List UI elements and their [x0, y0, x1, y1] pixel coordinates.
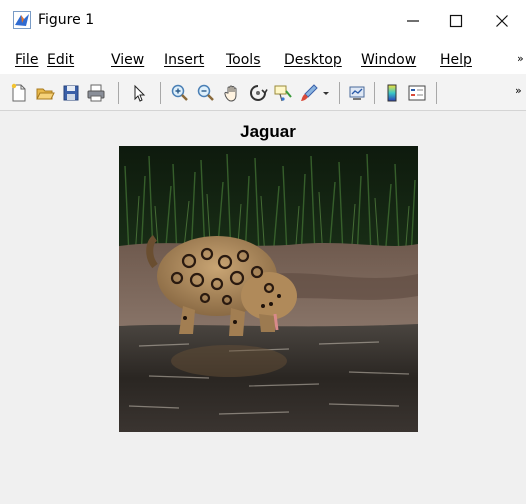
window-titlebar[interactable]: Figure 1: [0, 0, 526, 44]
menu-file[interactable]: File: [15, 51, 38, 69]
open-file-icon[interactable]: [35, 83, 55, 103]
menu-insert[interactable]: Insert: [164, 51, 204, 69]
brush-icon[interactable]: [299, 83, 319, 103]
menu-help[interactable]: Help: [440, 51, 472, 69]
matlab-icon: [13, 11, 31, 29]
toolbar-separator: [118, 82, 119, 104]
colorbar-icon[interactable]: [382, 83, 402, 103]
zoom-out-icon[interactable]: [196, 83, 216, 103]
menu-view[interactable]: View: [111, 51, 144, 69]
toolbar-separator: [339, 82, 340, 104]
print-icon[interactable]: [86, 83, 106, 103]
maximize-icon[interactable]: [436, 6, 476, 36]
save-icon[interactable]: [61, 83, 81, 103]
jaguar-drinking-water-photo: [119, 146, 418, 432]
figure-toolbar: »: [0, 74, 526, 111]
toolbar-separator: [160, 82, 161, 104]
menu-tools[interactable]: Tools: [226, 51, 261, 69]
minimize-icon[interactable]: [393, 6, 433, 36]
toolbar-separator: [374, 82, 375, 104]
data-cursor-icon[interactable]: [273, 83, 293, 103]
pointer-icon[interactable]: [129, 83, 149, 103]
close-icon[interactable]: [482, 6, 522, 36]
link-plot-icon[interactable]: [347, 83, 367, 103]
new-figure-icon[interactable]: [9, 83, 29, 103]
window-title: Figure 1: [38, 12, 95, 28]
legend-icon[interactable]: [407, 83, 427, 103]
toolbar-separator: [436, 82, 437, 104]
menu-bar: File Edit View Insert Tools Desktop Wind…: [0, 44, 526, 74]
menu-desktop[interactable]: Desktop: [284, 51, 342, 69]
plot-title: Jaguar: [240, 122, 296, 141]
dropdown-arrow-icon[interactable]: [320, 83, 332, 103]
menu-window[interactable]: Window: [361, 51, 416, 69]
chevron-right-double-icon[interactable]: »: [515, 84, 522, 97]
chevron-right-double-icon[interactable]: »: [517, 52, 524, 65]
rotate-3d-icon[interactable]: [248, 83, 268, 103]
pan-icon[interactable]: [222, 83, 242, 103]
menu-edit[interactable]: Edit: [47, 51, 74, 69]
zoom-in-icon[interactable]: [170, 83, 190, 103]
